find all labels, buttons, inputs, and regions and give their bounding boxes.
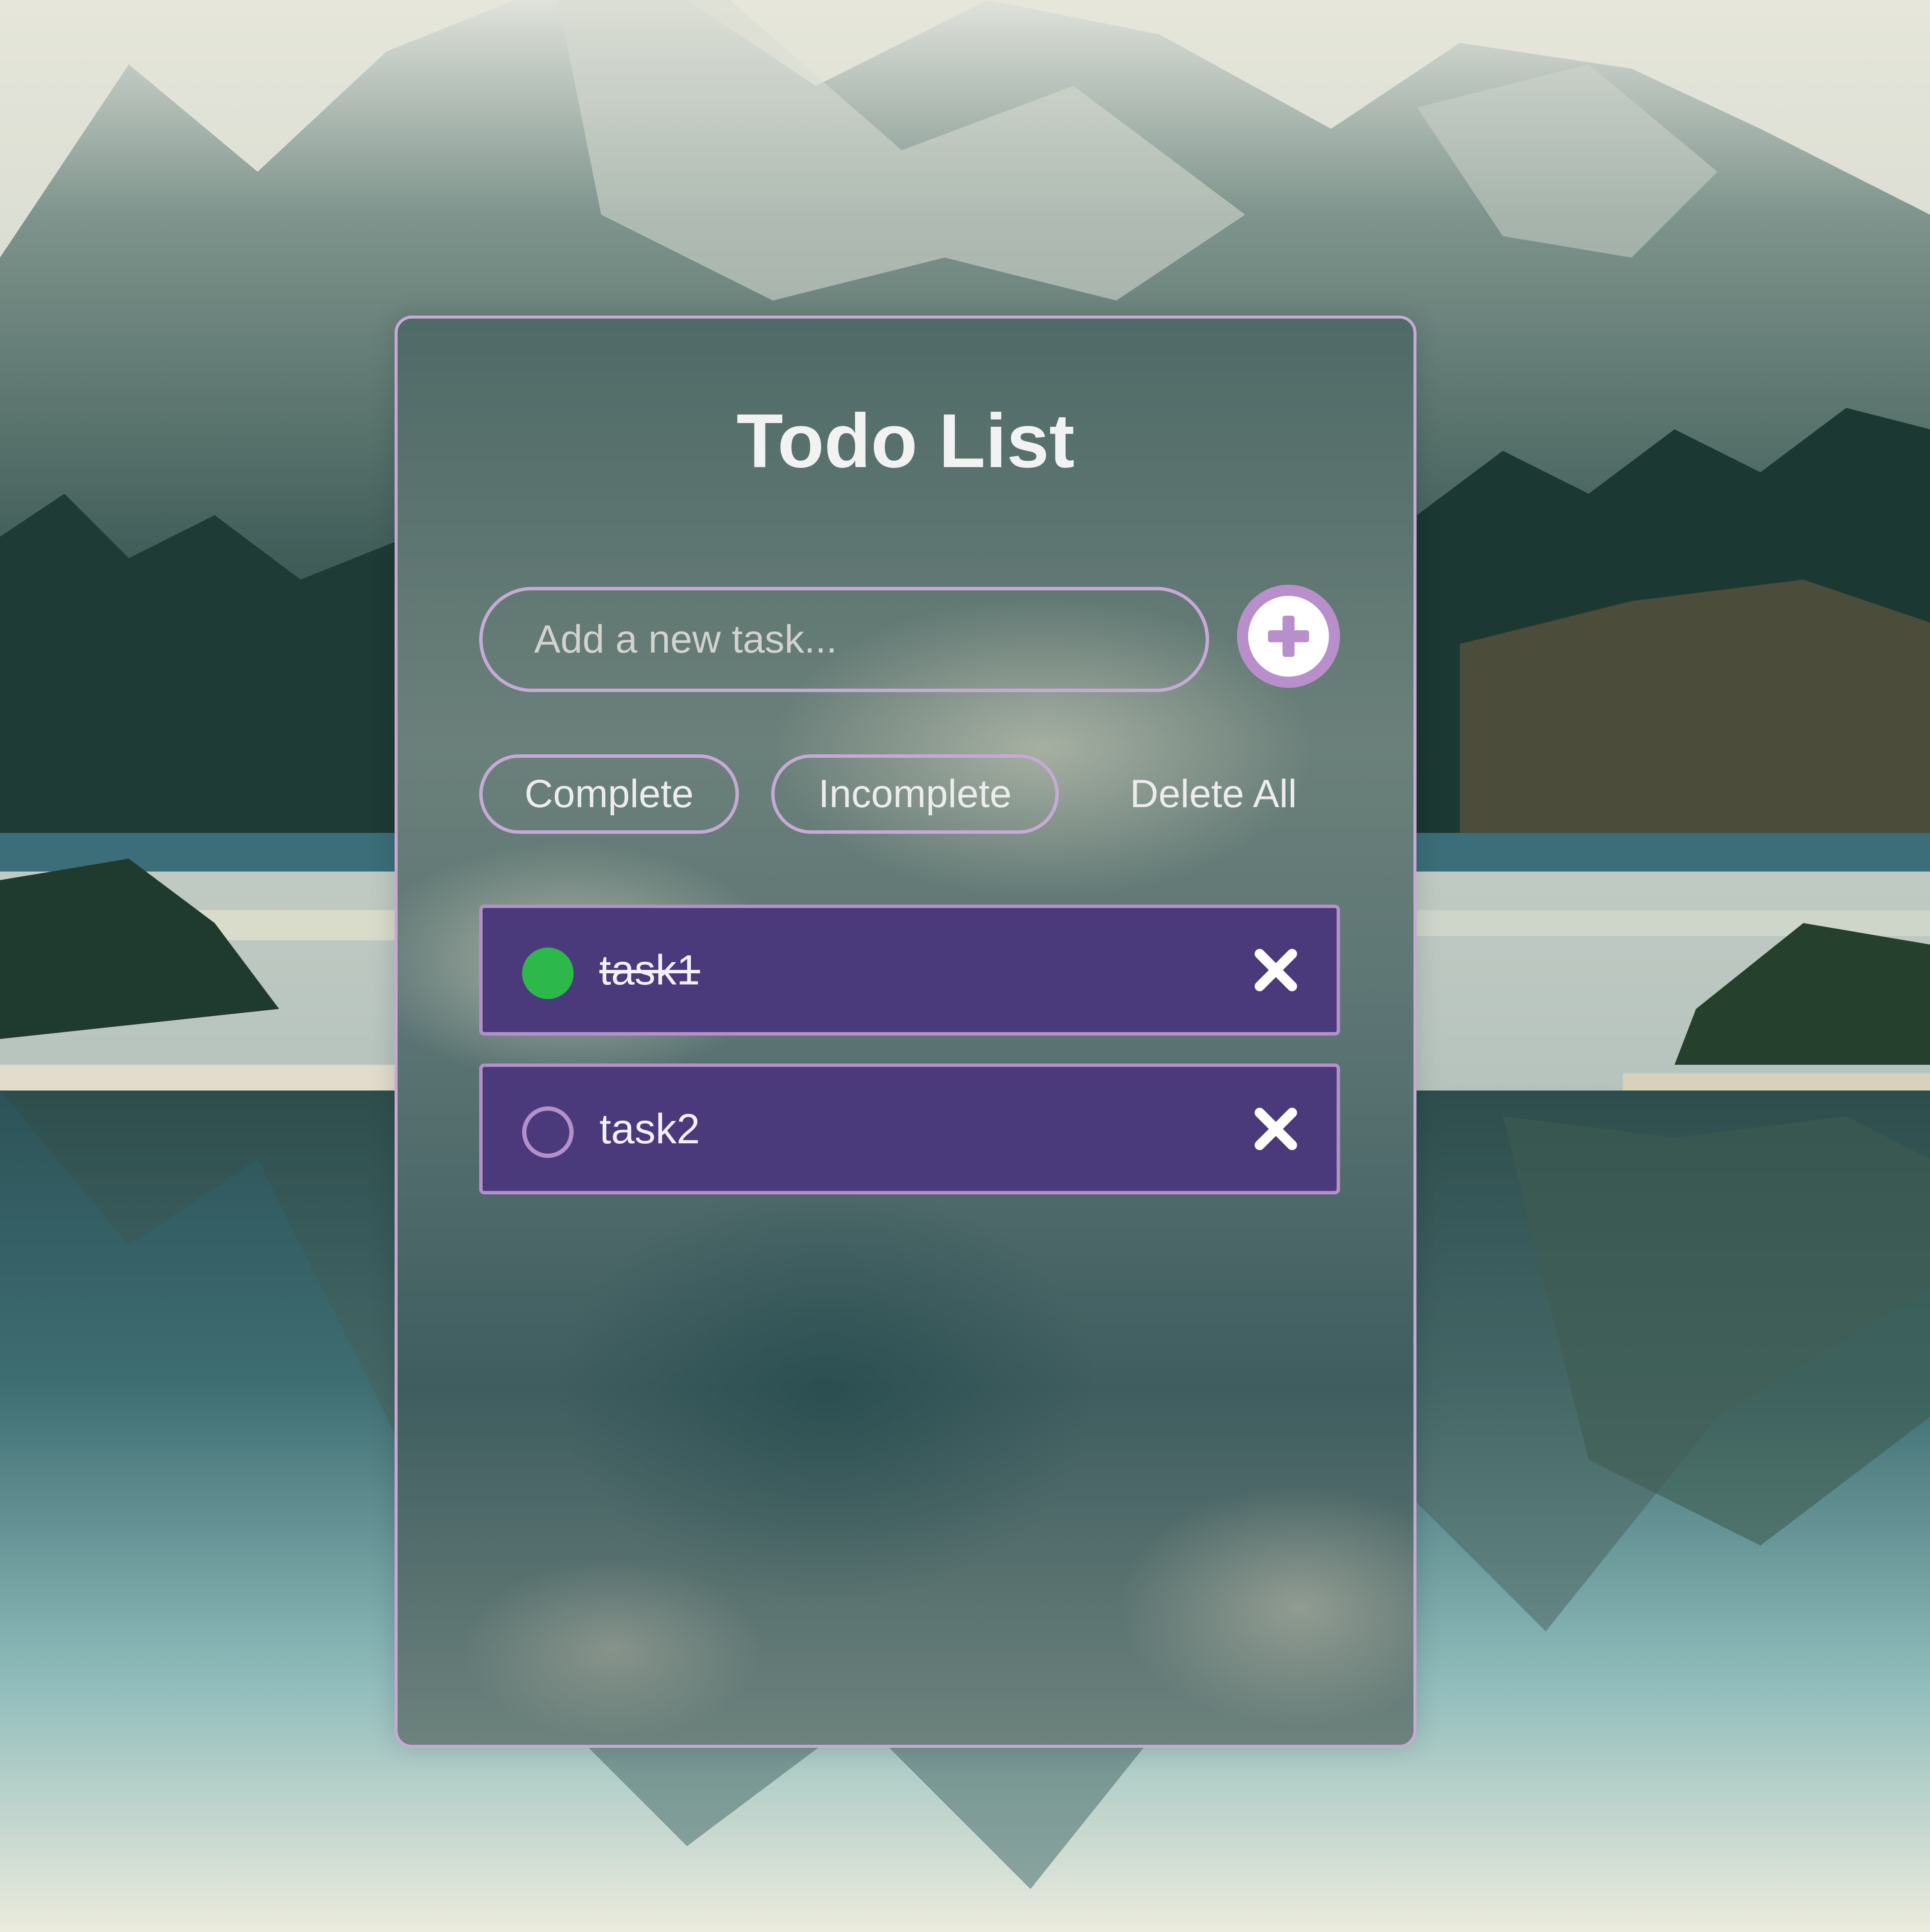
empty-circle-icon[interactable] — [522, 1106, 574, 1158]
todo-card: Todo List Complete Incomplete Delete All… — [395, 316, 1416, 1748]
task-item[interactable]: task1 — [479, 905, 1340, 1036]
task-label: task2 — [599, 1105, 700, 1152]
close-icon[interactable] — [1253, 1106, 1298, 1151]
checked-circle-icon[interactable] — [522, 948, 574, 999]
plus-icon — [1248, 596, 1329, 677]
app-window: Todo List Complete Incomplete Delete All… — [0, 0, 1930, 1932]
task-item[interactable]: task2 — [479, 1063, 1340, 1194]
new-task-input[interactable] — [479, 587, 1209, 692]
delete-all-button[interactable]: Delete All — [1102, 754, 1325, 834]
add-task-button[interactable] — [1237, 585, 1340, 688]
task-label: task1 — [599, 946, 700, 993]
filter-complete-button[interactable]: Complete — [479, 754, 739, 834]
close-icon[interactable] — [1253, 948, 1298, 993]
filter-incomplete-button[interactable]: Incomplete — [771, 754, 1059, 834]
page-title: Todo List — [736, 398, 1075, 483]
